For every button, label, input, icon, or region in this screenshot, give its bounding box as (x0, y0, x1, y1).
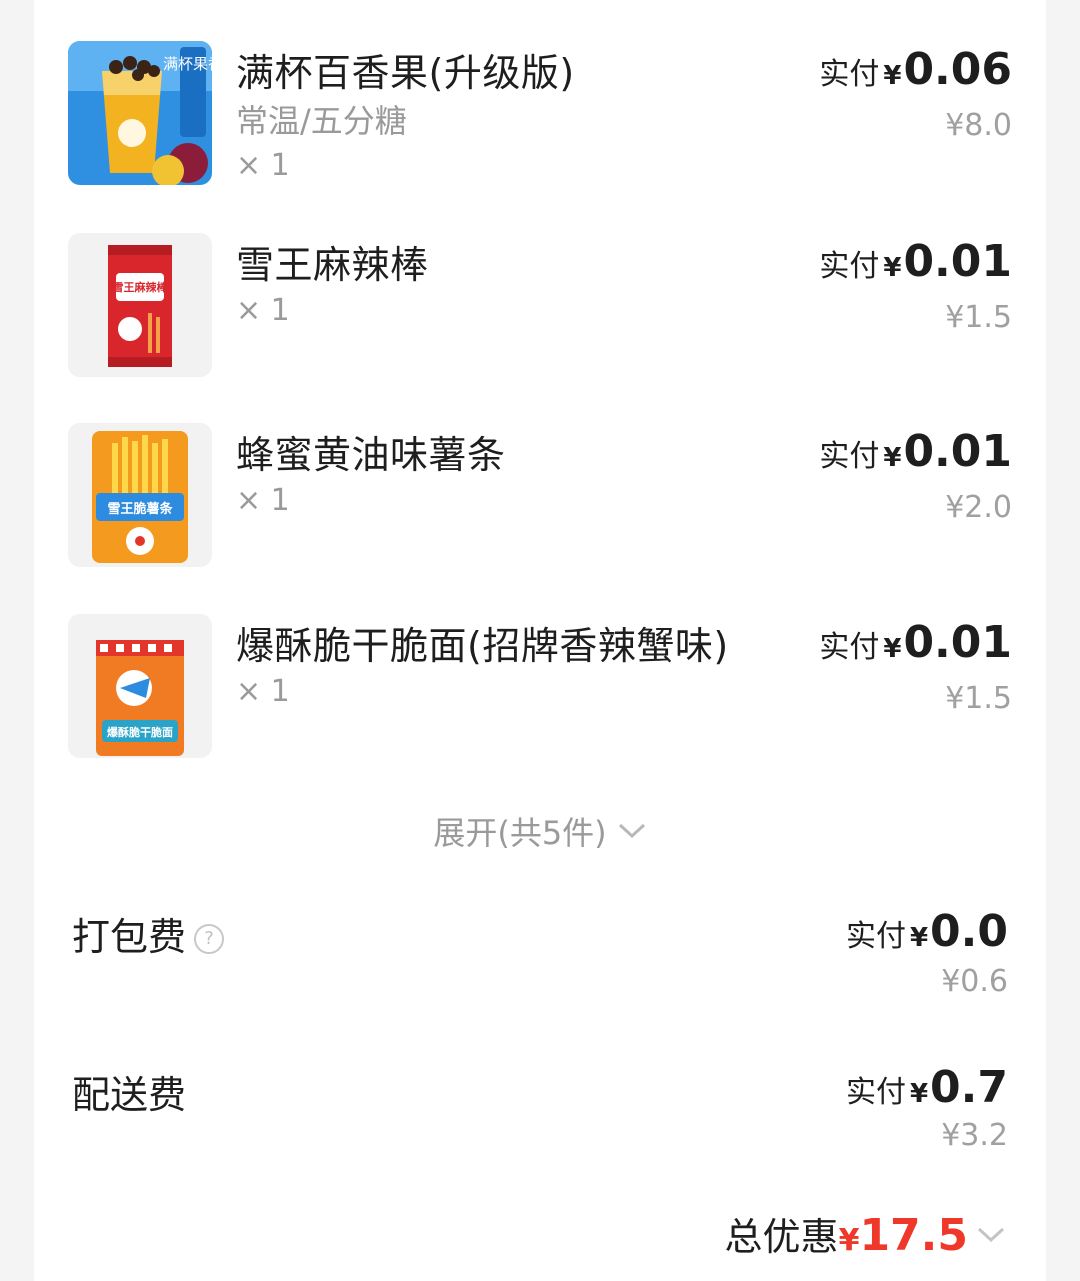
currency-symbol: ¥ (909, 1079, 929, 1109)
item-original-price: ¥1.5 (945, 300, 1012, 335)
order-items-card: 满杯果香 满杯百香果(升级版) 常温/五分糖 × 1 实付¥0.06 ¥8.0 … (34, 0, 1046, 1281)
item-name: 爆酥脆干脆面(招牌香辣蟹味) (236, 624, 729, 668)
fruit-tea-cup-icon: 满杯果香 (68, 41, 212, 185)
item-original-price: ¥1.5 (945, 681, 1012, 716)
item-quantity: × 1 (236, 148, 290, 183)
total-discount-label: 总优惠 (724, 1215, 839, 1259)
spicy-stick-pack-icon: 雪王麻辣棒 (68, 233, 212, 377)
paid-amount: 0.01 (903, 617, 1012, 668)
packing-fee-paid: 实付 ¥0.0 (846, 906, 1008, 957)
thumb-text: 雪王脆薯条 (107, 501, 173, 517)
item-paid-price: 实付 ¥0.01 (819, 426, 1012, 477)
item-quantity: × 1 (236, 483, 290, 518)
order-item[interactable]: 爆酥脆干脆面 爆酥脆干脆面(招牌香辣蟹味) × 1 实付 ¥0.01 ¥1.5 (34, 573, 1046, 758)
packing-fee-original: ¥0.6 (941, 964, 1008, 999)
product-image: 雪王脆薯条 (68, 423, 212, 567)
paid-amount: 0.01 (903, 426, 1012, 477)
item-original-price: ¥8.0 (945, 108, 1012, 143)
chevron-down-icon (617, 810, 647, 848)
paid-label: 实付 (819, 630, 880, 665)
help-icon[interactable]: ? (194, 924, 225, 954)
expand-items-button[interactable]: 展开(共5件) (34, 808, 1046, 854)
item-name: 满杯百香果(升级版) (236, 51, 575, 95)
currency-symbol: ¥ (838, 1223, 860, 1258)
expand-label: 展开(共5件) (433, 814, 607, 852)
paid-label: 实付 (819, 249, 880, 284)
paid-label: 实付 (845, 1075, 906, 1110)
product-image: 满杯果香 (68, 41, 212, 185)
packing-fee-title: 打包费? (72, 906, 225, 961)
currency-symbol: ¥ (883, 253, 902, 283)
item-paid-price: 实付 ¥0.01 (819, 617, 1012, 668)
fee-label: 打包费 (72, 915, 187, 959)
fries-pack-icon: 雪王脆薯条 (68, 423, 212, 567)
delivery-fee-original: ¥3.2 (941, 1118, 1008, 1153)
product-image: 爆酥脆干脆面 (68, 614, 212, 758)
fee-label: 配送费 (72, 1073, 187, 1117)
currency-symbol: ¥ (883, 61, 902, 91)
paid-amount: 0.7 (930, 1062, 1008, 1113)
delivery-fee-title: 配送费 (72, 1064, 186, 1119)
thumb-text: 雪王麻辣棒 (113, 280, 169, 294)
chevron-down-icon (976, 1209, 1006, 1253)
paid-label: 实付 (845, 919, 906, 954)
delivery-fee-paid: 实付 ¥0.7 (846, 1062, 1008, 1113)
currency-symbol: ¥ (883, 634, 902, 664)
total-discount-amount: 17.5 (859, 1210, 968, 1261)
thumb-text: 爆酥脆干脆面 (107, 725, 173, 739)
item-original-price: ¥2.0 (945, 490, 1012, 525)
item-spec: 常温/五分糖 (236, 102, 407, 140)
product-image: 雪王麻辣棒 (68, 233, 212, 377)
thumb-text: 满杯果香 (163, 55, 212, 73)
order-item[interactable]: 雪王脆薯条 蜂蜜黄油味薯条 × 1 实付 ¥0.01 ¥2.0 (34, 382, 1046, 567)
item-quantity: × 1 (236, 293, 290, 328)
total-discount[interactable]: 总优惠¥17.5 (725, 1206, 1006, 1261)
item-quantity: × 1 (236, 674, 290, 709)
paid-label: 实付 (819, 439, 880, 474)
item-paid-price: 实付 ¥0.01 (819, 236, 1012, 287)
item-paid-price: 实付 ¥0.06 (819, 44, 1012, 95)
order-item[interactable]: 满杯果香 满杯百香果(升级版) 常温/五分糖 × 1 实付¥0.06 ¥8.0 (34, 0, 1046, 185)
paid-amount: 0.06 (903, 44, 1012, 95)
order-item[interactable]: 雪王麻辣棒 雪王麻辣棒 × 1 实付 ¥0.01 ¥1.5 (34, 192, 1046, 377)
item-name: 雪王麻辣棒 (236, 243, 429, 287)
paid-label: 实付 (819, 57, 880, 92)
currency-symbol: ¥ (909, 923, 929, 953)
paid-amount: 0.01 (903, 236, 1012, 287)
noodle-snack-pack-icon: 爆酥脆干脆面 (68, 614, 212, 758)
paid-amount: 0.0 (930, 906, 1008, 957)
item-name: 蜂蜜黄油味薯条 (236, 433, 506, 477)
currency-symbol: ¥ (883, 443, 902, 473)
